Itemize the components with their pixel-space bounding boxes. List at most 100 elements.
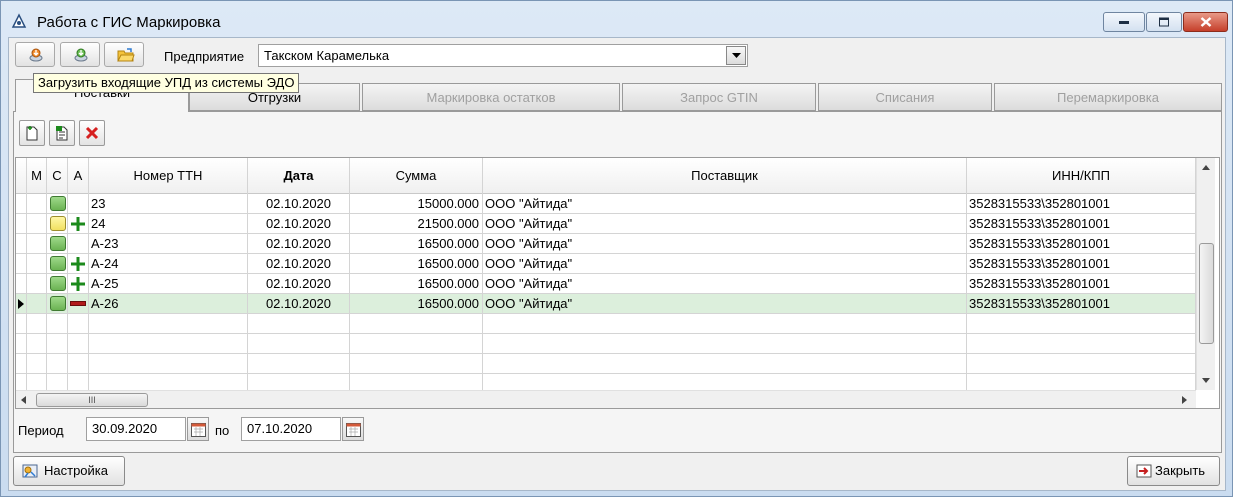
status-icon bbox=[50, 236, 66, 251]
tab-write-offs[interactable]: Списания bbox=[818, 83, 992, 111]
cell-supplier bbox=[483, 314, 967, 334]
row-indicator bbox=[16, 334, 27, 354]
minimize-button[interactable] bbox=[1103, 12, 1145, 32]
cell-action bbox=[68, 274, 89, 294]
delete-button[interactable] bbox=[79, 120, 105, 146]
cell-date: 02.10.2020 bbox=[248, 194, 350, 214]
enterprise-select[interactable]: Такском Карамелька bbox=[258, 44, 748, 67]
cell-m bbox=[27, 194, 47, 214]
calendar-icon bbox=[346, 423, 361, 437]
cell-status bbox=[47, 334, 68, 354]
table-row[interactable] bbox=[16, 354, 1196, 374]
cell-sum: 21500.000 bbox=[350, 214, 483, 234]
cell-supplier bbox=[483, 354, 967, 374]
table-row[interactable] bbox=[16, 314, 1196, 334]
close-icon bbox=[1200, 17, 1211, 27]
close-window-button[interactable] bbox=[1183, 12, 1228, 32]
plus-icon bbox=[71, 277, 85, 291]
cell-supplier bbox=[483, 334, 967, 354]
cell-status bbox=[47, 254, 68, 274]
cell-ttn-number bbox=[89, 314, 248, 334]
horizontal-scrollbar[interactable]: III bbox=[16, 390, 1196, 408]
enterprise-dropdown-button[interactable] bbox=[726, 46, 746, 65]
supplies-panel: М С А Номер ТТН Дата Сумма Поставщик ИНН… bbox=[13, 111, 1222, 453]
cell-supplier: ООО "Айтида" bbox=[483, 214, 967, 234]
date-to-input[interactable]: 07.10.2020 bbox=[241, 417, 341, 441]
cell-m bbox=[27, 294, 47, 314]
chevron-down-icon bbox=[732, 53, 741, 58]
edit-document-button[interactable] bbox=[49, 120, 75, 146]
date-from-input[interactable]: 30.09.2020 bbox=[86, 417, 186, 441]
cell-sum: 16500.000 bbox=[350, 294, 483, 314]
cell-status bbox=[47, 274, 68, 294]
vertical-scrollbar[interactable] bbox=[1196, 158, 1215, 390]
settings-button[interactable]: Настройка bbox=[13, 456, 125, 486]
header-m[interactable]: М bbox=[27, 158, 47, 194]
scroll-left-icon[interactable] bbox=[21, 396, 26, 404]
cell-inn-kpp: 3528315533\352801001 bbox=[967, 274, 1196, 294]
table-row[interactable] bbox=[16, 334, 1196, 354]
cell-ttn-number bbox=[89, 334, 248, 354]
open-folder-button[interactable] bbox=[104, 42, 144, 67]
cell-status bbox=[47, 194, 68, 214]
grid-header: М С А Номер ТТН Дата Сумма Поставщик ИНН… bbox=[16, 158, 1196, 194]
table-row[interactable]: А-25 02.10.2020 16500.000 ООО "Айтида" 35283… bbox=[16, 274, 1196, 294]
cell-sum: 16500.000 bbox=[350, 254, 483, 274]
cell-ttn-number: 24 bbox=[89, 214, 248, 234]
cell-date: 02.10.2020 bbox=[248, 294, 350, 314]
header-date[interactable]: Дата bbox=[248, 158, 350, 194]
vertical-scroll-thumb[interactable] bbox=[1199, 243, 1214, 344]
tab-residue-marking[interactable]: Маркировка остатков bbox=[362, 83, 620, 111]
cell-inn-kpp: 3528315533\352801001 bbox=[967, 234, 1196, 254]
scroll-right-icon[interactable] bbox=[1182, 396, 1187, 404]
date-to-calendar-button[interactable] bbox=[342, 417, 364, 441]
cell-supplier: ООО "Айтида" bbox=[483, 234, 967, 254]
status-icon bbox=[50, 276, 66, 291]
row-indicator bbox=[16, 194, 27, 214]
close-button[interactable]: Закрыть bbox=[1127, 456, 1220, 486]
cell-ttn-number: А-25 bbox=[89, 274, 248, 294]
cell-sum: 16500.000 bbox=[350, 274, 483, 294]
cell-m bbox=[27, 354, 47, 374]
minus-icon bbox=[70, 301, 86, 306]
header-supplier[interactable]: Поставщик bbox=[483, 158, 967, 194]
cell-inn-kpp: 3528315533\352801001 bbox=[967, 254, 1196, 274]
cell-m bbox=[27, 334, 47, 354]
scroll-down-icon[interactable] bbox=[1202, 378, 1210, 383]
enterprise-label: Предприятие bbox=[164, 49, 245, 64]
header-a[interactable]: А bbox=[68, 158, 89, 194]
tab-remarking[interactable]: Перемаркировка bbox=[994, 83, 1222, 111]
status-icon bbox=[50, 196, 66, 211]
maximize-button[interactable] bbox=[1146, 12, 1182, 32]
header-ttn-number[interactable]: Номер ТТН bbox=[89, 158, 248, 194]
settings-button-label: Настройка bbox=[44, 463, 108, 478]
cell-date bbox=[248, 314, 350, 334]
new-document-button[interactable] bbox=[19, 120, 45, 146]
table-row[interactable]: 24 02.10.2020 21500.000 ООО "Айтида" 3528315… bbox=[16, 214, 1196, 234]
cell-sum bbox=[350, 354, 483, 374]
download-green-icon bbox=[74, 48, 88, 62]
cell-inn-kpp: 3528315533\352801001 bbox=[967, 294, 1196, 314]
header-sum[interactable]: Сумма bbox=[350, 158, 483, 194]
download-button[interactable] bbox=[60, 42, 100, 67]
date-from-calendar-button[interactable] bbox=[187, 417, 209, 441]
header-inn-kpp[interactable]: ИНН/КПП bbox=[967, 158, 1196, 194]
horizontal-scroll-thumb[interactable]: III bbox=[36, 393, 148, 407]
download-disk-icon bbox=[29, 48, 43, 62]
table-row[interactable]: А-26 02.10.2020 16500.000 ООО "Айтида" 35283… bbox=[16, 294, 1196, 314]
row-indicator bbox=[16, 274, 27, 294]
cell-m bbox=[27, 274, 47, 294]
supplies-grid: М С А Номер ТТН Дата Сумма Поставщик ИНН… bbox=[15, 157, 1220, 409]
import-upd-button[interactable] bbox=[15, 42, 55, 67]
cell-sum bbox=[350, 314, 483, 334]
minimize-icon bbox=[1119, 21, 1129, 24]
table-row[interactable]: А-23 02.10.2020 16500.000 ООО "Айтида" 35283… bbox=[16, 234, 1196, 254]
cell-inn-kpp bbox=[967, 314, 1196, 334]
scroll-up-icon[interactable] bbox=[1202, 165, 1210, 170]
cell-m bbox=[27, 254, 47, 274]
tab-gtin-request[interactable]: Запрос GTIN bbox=[622, 83, 816, 111]
cell-date: 02.10.2020 bbox=[248, 254, 350, 274]
table-row[interactable]: А-24 02.10.2020 16500.000 ООО "Айтида" 35283… bbox=[16, 254, 1196, 274]
table-row[interactable]: 23 02.10.2020 15000.000 ООО "Айтида" 3528315… bbox=[16, 194, 1196, 214]
header-c[interactable]: С bbox=[47, 158, 68, 194]
